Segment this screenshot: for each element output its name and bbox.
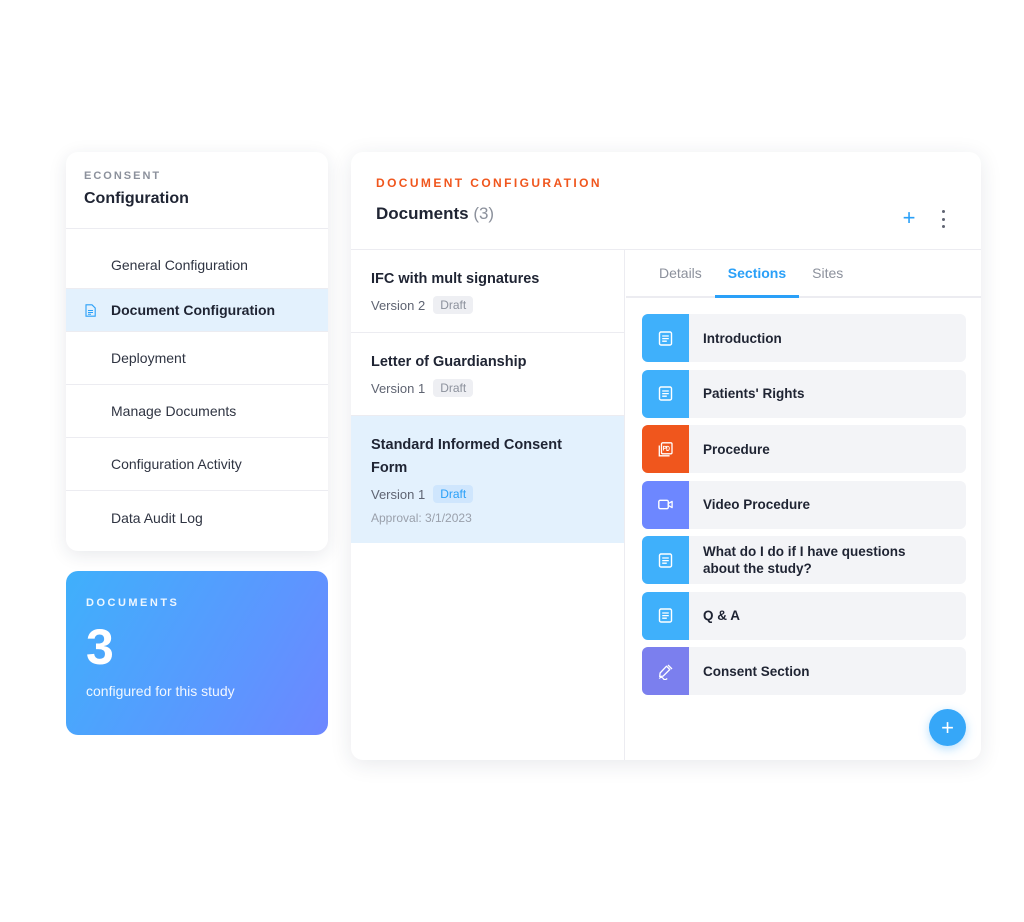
section-item-introduction[interactable]: Introduction xyxy=(642,314,966,362)
section-label: Q & A xyxy=(703,608,740,623)
section-item-patients-rights[interactable]: Patients' Rights xyxy=(642,369,966,418)
panel-header: DOCUMENT CONFIGURATION Documents (3) + xyxy=(351,152,981,250)
section-item-q-and-a[interactable]: Q & A xyxy=(642,591,966,640)
document-icon xyxy=(85,304,96,317)
signature-icon xyxy=(642,647,689,695)
status-badge: Draft xyxy=(433,485,474,503)
section-item-consent[interactable]: Consent Section xyxy=(642,647,966,695)
tab-sections[interactable]: Sections xyxy=(714,250,800,298)
section-label: Patients' Rights xyxy=(703,386,805,401)
sidebar-item-document-configuration[interactable]: Document Configuration xyxy=(66,289,328,332)
section-label: Consent Section xyxy=(703,663,810,679)
sidebar-eyebrow: ECONSENT xyxy=(84,170,162,182)
sidebar-item-data-audit-log[interactable]: Data Audit Log xyxy=(66,491,328,544)
stat-eyebrow: DOCUMENTS xyxy=(86,597,180,609)
add-section-button[interactable]: + xyxy=(929,709,966,746)
status-badge: Draft xyxy=(433,296,474,314)
stat-subtitle: configured for this study xyxy=(86,683,235,699)
sidebar-item-general-configuration[interactable]: General Configuration xyxy=(66,229,328,289)
document-name: Standard Informed Consent Form xyxy=(371,437,562,476)
sidebar-item-deployment[interactable]: Deployment xyxy=(66,332,328,385)
more-options-icon[interactable] xyxy=(935,210,951,228)
sidebar-nav: General Configuration Document Configura… xyxy=(66,229,328,544)
document-version: Version 2 xyxy=(371,297,426,313)
documents-count: (3) xyxy=(473,204,495,223)
document-approval-date: Approval: 3/1/2023 xyxy=(371,511,472,525)
document-meta: Version 1 Draft xyxy=(371,379,604,397)
video-icon xyxy=(642,480,689,529)
pdf-icon xyxy=(642,425,689,473)
documents-stat-card: DOCUMENTS 3 configured for this study xyxy=(66,571,328,735)
tab-sites[interactable]: Sites xyxy=(799,250,856,296)
section-label: What do I do if I have questions about t… xyxy=(703,544,906,576)
document-item-standard-consent[interactable]: Standard Informed Consent Form Version 1… xyxy=(351,416,624,543)
sidebar-title: Configuration xyxy=(84,190,189,207)
section-item-questions[interactable]: What do I do if I have questions about t… xyxy=(642,536,966,584)
sidebar-item-label: Deployment xyxy=(111,350,186,366)
document-name: IFC with mult signatures xyxy=(371,271,540,287)
sidebar-item-label: Configuration Activity xyxy=(111,456,242,472)
sidebar-item-label: General Configuration xyxy=(111,257,248,273)
document-icon xyxy=(642,369,689,418)
section-list: Introduction Patients' Rights Procedure … xyxy=(642,314,966,703)
sidebar-item-configuration-activity[interactable]: Configuration Activity xyxy=(66,438,328,491)
document-meta: Version 1 Draft xyxy=(371,485,604,503)
page-title: Documents (3) xyxy=(376,204,956,224)
status-badge: Draft xyxy=(433,379,474,397)
document-configuration-panel: DOCUMENT CONFIGURATION Documents (3) + I… xyxy=(351,152,981,760)
sidebar-item-label: Data Audit Log xyxy=(111,509,203,526)
document-icon xyxy=(642,591,689,640)
detail-tabs: Details Sections Sites xyxy=(626,250,981,298)
sidebar-item-manage-documents[interactable]: Manage Documents xyxy=(66,385,328,438)
document-version: Version 1 xyxy=(371,486,426,502)
document-meta: Version 2 Draft xyxy=(371,296,604,314)
sidebar-card: ECONSENT Configuration General Configura… xyxy=(66,152,328,551)
section-item-procedure[interactable]: Procedure xyxy=(642,425,966,473)
document-item-ifc[interactable]: IFC with mult signatures Version 2 Draft xyxy=(351,250,624,333)
add-document-button[interactable]: + xyxy=(899,207,919,229)
stat-count: 3 xyxy=(86,619,114,675)
document-list: IFC with mult signatures Version 2 Draft… xyxy=(351,250,625,760)
section-label: Procedure xyxy=(703,441,770,457)
documents-title: Documents xyxy=(376,204,469,223)
section-label: Introduction xyxy=(703,330,782,346)
document-item-guardianship[interactable]: Letter of Guardianship Version 1 Draft xyxy=(351,333,624,416)
section-item-video-procedure[interactable]: Video Procedure xyxy=(642,480,966,529)
document-icon xyxy=(642,536,689,584)
document-name: Letter of Guardianship xyxy=(371,354,527,370)
document-version: Version 1 xyxy=(371,380,426,396)
section-label: Video Procedure xyxy=(703,497,811,512)
panel-eyebrow: DOCUMENT CONFIGURATION xyxy=(376,176,602,190)
sidebar-header: ECONSENT Configuration xyxy=(66,152,328,229)
tab-details[interactable]: Details xyxy=(646,250,715,296)
sidebar-item-label: Document Configuration xyxy=(111,302,276,318)
document-icon xyxy=(642,314,689,362)
sidebar-item-label: Manage Documents xyxy=(111,403,237,419)
